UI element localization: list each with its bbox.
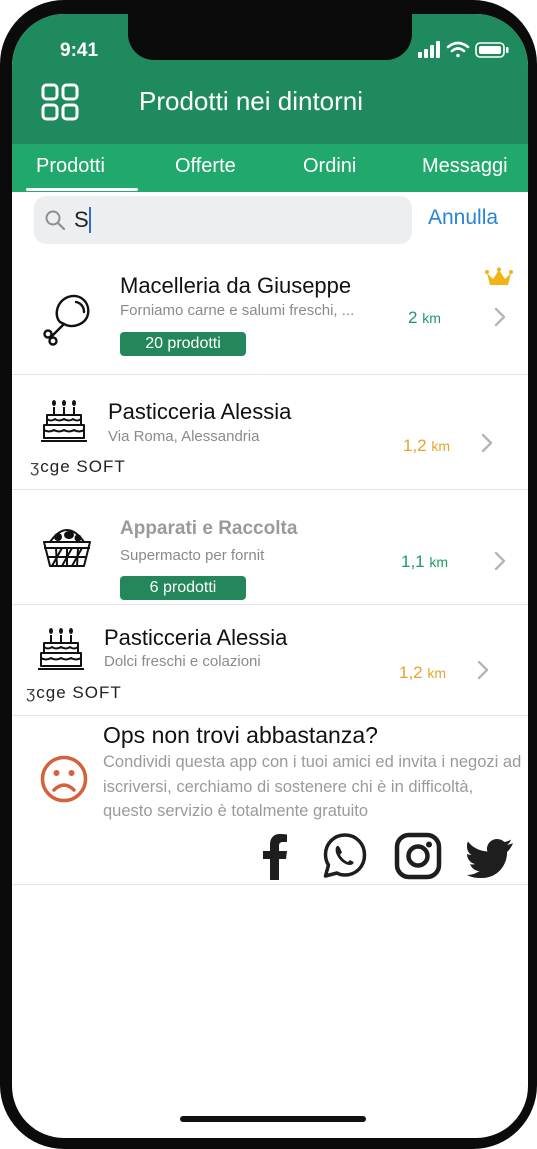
app-screen: 9:41 Prodotti nei dintorni Prodotti Offe… bbox=[12, 14, 528, 1138]
page-title: Prodotti nei dintorni bbox=[139, 86, 364, 116]
tab-ordini[interactable]: Ordini bbox=[303, 155, 356, 178]
facebook-icon[interactable] bbox=[260, 832, 290, 880]
wifi-icon bbox=[446, 41, 470, 58]
product-count-badge: 20 prodotti bbox=[120, 332, 246, 356]
empty-state-message: Condividi questa app con i tuoi amici ed… bbox=[103, 753, 522, 820]
tab-prodotti[interactable]: Prodotti bbox=[36, 155, 105, 178]
chevron-right-icon bbox=[494, 551, 506, 571]
shop-name: Apparati e Raccolta bbox=[120, 518, 298, 539]
distance-value: 1,1 bbox=[401, 552, 425, 571]
distance-value: 1,2 bbox=[403, 436, 427, 455]
crown-icon bbox=[485, 267, 513, 285]
cake-icon bbox=[38, 628, 84, 670]
shop-description: Supermacto per fornit bbox=[120, 547, 265, 564]
shop-row[interactable]: ʒcge SOFT Pasticceria Alessia Dolci fres… bbox=[12, 605, 528, 716]
shop-description: Via Roma, Alessandria bbox=[108, 428, 260, 445]
sad-face-icon bbox=[40, 755, 88, 803]
app-header: 9:41 Prodotti nei dintorni bbox=[12, 14, 528, 144]
distance: 1,1 km bbox=[401, 552, 448, 572]
chicken-leg-icon bbox=[43, 294, 90, 346]
shop-name: Pasticceria Alessia bbox=[108, 399, 292, 424]
search-input[interactable]: S bbox=[34, 196, 412, 244]
distance-unit: km bbox=[429, 554, 449, 570]
distance-value: 1,2 bbox=[399, 663, 423, 682]
distance-unit: km bbox=[427, 665, 447, 681]
distance: 1,2 km bbox=[399, 663, 446, 683]
active-tab-indicator bbox=[26, 188, 138, 191]
product-count-badge: 6 prodotti bbox=[120, 576, 246, 600]
tab-offerte[interactable]: Offerte bbox=[175, 155, 236, 178]
tab-bar: Prodotti Offerte Ordini Messaggi bbox=[12, 144, 528, 192]
shop-row[interactable]: Apparati e Raccolta Supermacto per forni… bbox=[12, 490, 528, 605]
shop-description: Dolci freschi e colazioni bbox=[104, 653, 261, 670]
distance-unit: km bbox=[422, 310, 441, 326]
home-indicator[interactable] bbox=[180, 1116, 366, 1122]
basket-icon bbox=[43, 529, 91, 567]
chevron-right-icon bbox=[477, 660, 489, 680]
cancel-button[interactable]: Annulla bbox=[428, 206, 498, 230]
distance-value: 2 bbox=[408, 308, 418, 327]
shop-name: Macelleria da Giuseppe bbox=[120, 273, 352, 298]
signal-icon bbox=[418, 41, 440, 58]
shop-name: Pasticceria Alessia bbox=[104, 625, 288, 650]
device-notch bbox=[128, 14, 412, 60]
chevron-right-icon bbox=[481, 433, 493, 453]
instagram-icon[interactable] bbox=[394, 832, 442, 880]
distance-unit: km bbox=[431, 438, 451, 454]
search-icon bbox=[45, 210, 66, 231]
brand-logo: ʒcge SOFT bbox=[26, 683, 122, 702]
shop-row[interactable]: Macelleria da Giuseppe Forniamo carne e … bbox=[12, 246, 528, 375]
search-value: S bbox=[74, 207, 89, 232]
grid-menu-icon[interactable] bbox=[40, 82, 80, 122]
cake-icon bbox=[41, 400, 87, 442]
battery-icon bbox=[475, 42, 509, 58]
distance: 1,2 km bbox=[403, 436, 450, 456]
whatsapp-icon[interactable] bbox=[322, 832, 368, 880]
status-time: 9:41 bbox=[60, 40, 99, 61]
text-cursor bbox=[89, 207, 91, 233]
shop-row[interactable]: ʒcge SOFT Pasticceria Alessia Via Roma, … bbox=[12, 375, 528, 490]
distance: 2 km bbox=[408, 308, 441, 328]
brand-logo: ʒcge SOFT bbox=[30, 457, 126, 476]
phone-frame: 9:41 Prodotti nei dintorni Prodotti Offe… bbox=[0, 0, 537, 1149]
status-icons bbox=[418, 41, 509, 58]
tab-messaggi[interactable]: Messaggi bbox=[422, 155, 508, 178]
twitter-icon[interactable] bbox=[467, 838, 515, 878]
shop-description: Forniamo carne e salumi freschi, ... bbox=[120, 302, 355, 319]
chevron-right-icon bbox=[494, 307, 506, 327]
empty-state-title: Ops non trovi abbastanza? bbox=[103, 722, 378, 748]
